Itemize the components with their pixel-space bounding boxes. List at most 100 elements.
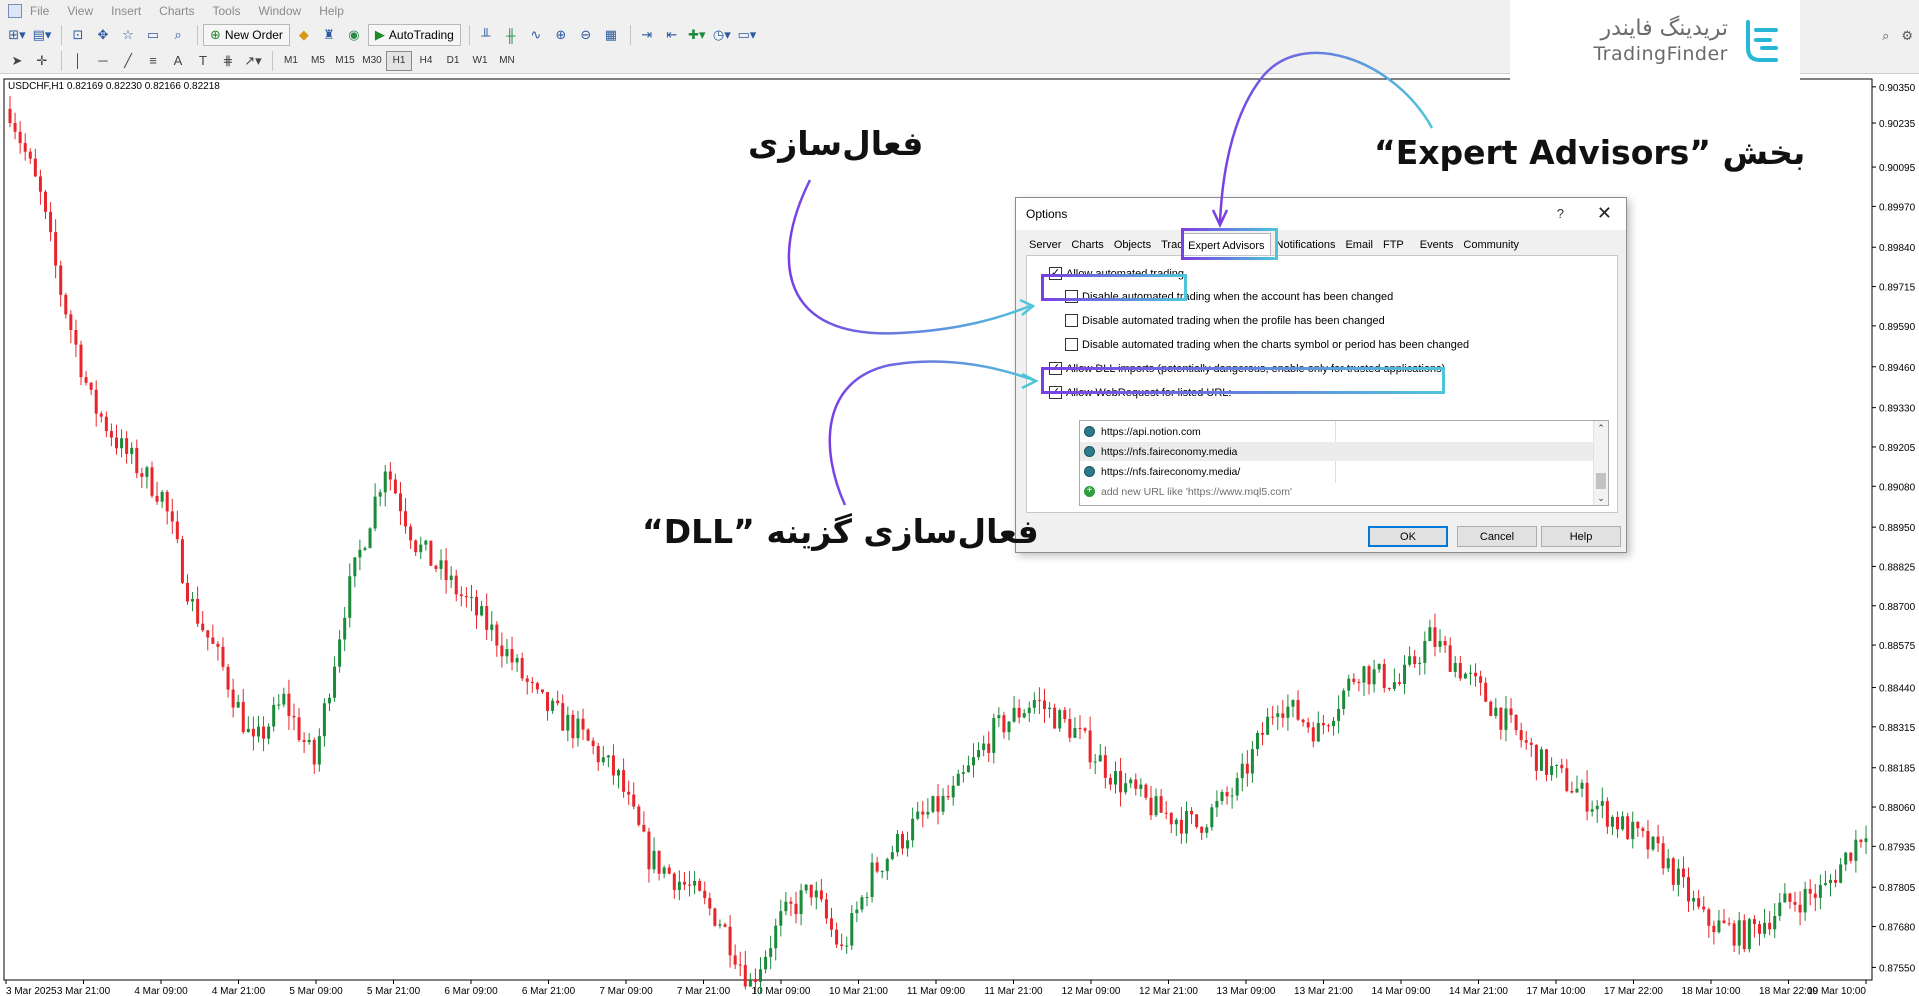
market-watch-icon[interactable]: ⊡ [67, 24, 89, 46]
timeframe-d1[interactable]: D1 [440, 51, 466, 71]
disable-on-account-change-checkbox[interactable] [1065, 290, 1078, 303]
timeframe-m1[interactable]: M1 [278, 51, 304, 71]
menu-help[interactable]: Help [319, 4, 344, 18]
scroll-thumb[interactable] [1596, 473, 1606, 489]
metaeditor-icon[interactable]: ◆ [293, 24, 315, 46]
zoom-in-icon[interactable]: ⊕ [550, 24, 572, 46]
timeframe-m30[interactable]: M30 [359, 51, 385, 71]
timeframe-m5[interactable]: M5 [305, 51, 331, 71]
tab-charts[interactable]: Charts [1066, 236, 1108, 256]
allow-webrequest-checkbox[interactable]: ✓ [1049, 386, 1062, 399]
close-icon[interactable]: ✕ [1597, 203, 1612, 224]
x-tick-label: 3 Mar 21:00 [57, 986, 111, 996]
signals-icon[interactable]: ♜ [318, 24, 340, 46]
crosshair-icon[interactable]: ✛ [31, 50, 53, 72]
tab-ftp[interactable]: FTP [1378, 236, 1409, 256]
help-icon[interactable]: ? [1557, 206, 1564, 221]
terminal-icon[interactable]: ▭ [142, 24, 164, 46]
timeframe-h4[interactable]: H4 [413, 51, 439, 71]
scroll-down-icon[interactable]: ⌄ [1594, 491, 1608, 505]
url-list-scrollbar[interactable]: ⌃ ⌄ [1593, 421, 1608, 505]
line-chart-icon[interactable]: ∿ [525, 24, 547, 46]
timeframe-m15[interactable]: M15 [332, 51, 358, 71]
cancel-button[interactable]: Cancel [1457, 526, 1537, 547]
tab-server[interactable]: Server [1024, 236, 1066, 256]
zoom-out-icon[interactable]: ⊖ [575, 24, 597, 46]
profiles-icon[interactable]: ▤▾ [31, 24, 53, 46]
allow-automated-trading-option[interactable]: ✓ Allow automated trading [1049, 267, 1184, 280]
y-tick-label: 0.87935 [1879, 842, 1916, 853]
bar-chart-icon[interactable]: ╨ [475, 24, 497, 46]
scroll-up-icon[interactable]: ⌃ [1594, 421, 1608, 435]
tab-email[interactable]: Email [1340, 236, 1378, 256]
disable-on-account-change-option[interactable]: Disable automated trading when the accou… [1065, 290, 1393, 303]
disable-on-symbol-change-option[interactable]: Disable automated trading when the chart… [1065, 338, 1469, 351]
search-icon[interactable]: ⌕ [1882, 28, 1889, 44]
autoscroll-icon[interactable]: ⇤ [661, 24, 683, 46]
templates-icon[interactable]: ▭▾ [736, 24, 758, 46]
text-label-icon[interactable]: T [192, 50, 214, 72]
text-icon[interactable]: A [167, 50, 189, 72]
url-list-item[interactable]: https://api.notion.com [1080, 422, 1594, 441]
timeframe-mn[interactable]: MN [494, 51, 520, 71]
market-icon[interactable]: ◉ [343, 24, 365, 46]
trendline-icon[interactable]: ╱ [117, 50, 139, 72]
candle-body [1083, 728, 1087, 731]
arrows-icon[interactable]: ↗▾ [242, 50, 264, 72]
candle-body [1007, 721, 1011, 733]
horizontal-line-icon[interactable]: ─ [92, 50, 114, 72]
tab-expert-advisors[interactable]: Expert Advisors [1182, 233, 1271, 256]
tab-objects[interactable]: Objects [1109, 236, 1156, 256]
y-tick-label: 0.88575 [1879, 641, 1916, 652]
tab-events[interactable]: Events [1415, 236, 1459, 256]
candle-body [1727, 923, 1731, 925]
menu-view[interactable]: View [67, 4, 93, 18]
timeframe-w1[interactable]: W1 [467, 51, 493, 71]
data-window-icon[interactable]: ✥ [92, 24, 114, 46]
fibonacci-icon[interactable]: ⋕ [217, 50, 239, 72]
channel-icon[interactable]: ≡ [142, 50, 164, 72]
indicators-icon[interactable]: ✚▾ [686, 24, 708, 46]
menu-charts[interactable]: Charts [159, 4, 194, 18]
allow-dll-imports-option[interactable]: ✓ Allow DLL imports (potentially dangero… [1049, 362, 1445, 375]
tab-community[interactable]: Community [1458, 236, 1524, 256]
tile-windows-icon[interactable]: ▦ [600, 24, 622, 46]
candle-body [59, 265, 63, 295]
settings-icon[interactable]: ⚙ [1901, 28, 1913, 44]
help-button[interactable]: Help [1541, 526, 1621, 547]
dialog-title-bar: Options ? ✕ [1016, 198, 1626, 230]
timeframe-h1[interactable]: H1 [386, 50, 412, 71]
new-chart-icon[interactable]: ⊞▾ [6, 24, 28, 46]
candle-body [429, 540, 433, 566]
tab-trade[interactable]: Trade [1156, 236, 1182, 256]
navigator-icon[interactable]: ☆ [117, 24, 139, 46]
menu-window[interactable]: Window [259, 4, 302, 18]
allow-automated-trading-checkbox[interactable]: ✓ [1049, 267, 1062, 280]
candle-body [125, 438, 129, 454]
webrequest-url-list[interactable]: https://api.notion.com https://nfs.faire… [1079, 420, 1609, 506]
disable-on-profile-change-checkbox[interactable] [1065, 314, 1078, 327]
url-list-item[interactable]: https://nfs.faireconomy.media/ [1080, 462, 1594, 481]
ok-button[interactable]: OK [1368, 526, 1448, 547]
menu-file[interactable]: File [30, 4, 49, 18]
periods-icon[interactable]: ◷▾ [711, 24, 733, 46]
candlestick-icon[interactable]: ╫ [500, 24, 522, 46]
menu-tools[interactable]: Tools [213, 4, 241, 18]
candle-body [1509, 708, 1513, 716]
cursor-icon[interactable]: ➤ [6, 50, 28, 72]
chart-shift-icon[interactable]: ⇥ [636, 24, 658, 46]
candle-body [951, 785, 955, 798]
disable-on-profile-change-option[interactable]: Disable automated trading when the profi… [1065, 314, 1385, 327]
autotrading-button[interactable]: ▶ AutoTrading [367, 24, 461, 46]
strategy-tester-icon[interactable]: ⌕ [167, 24, 189, 46]
tab-notifications[interactable]: Notifications [1271, 236, 1341, 256]
add-url-row[interactable]: + add new URL like 'https://www.mql5.com… [1080, 482, 1594, 501]
vertical-line-icon[interactable]: │ [67, 50, 89, 72]
allow-dll-imports-checkbox[interactable]: ✓ [1049, 362, 1062, 375]
disable-on-symbol-change-checkbox[interactable] [1065, 338, 1078, 351]
url-list-item[interactable]: https://nfs.faireconomy.media [1080, 442, 1594, 461]
new-order-button[interactable]: ⊕ New Order [203, 24, 290, 46]
candle-body [1752, 919, 1756, 925]
menu-insert[interactable]: Insert [111, 4, 141, 18]
allow-webrequest-option[interactable]: ✓ Allow WebRequest for listed URL: [1049, 386, 1231, 399]
